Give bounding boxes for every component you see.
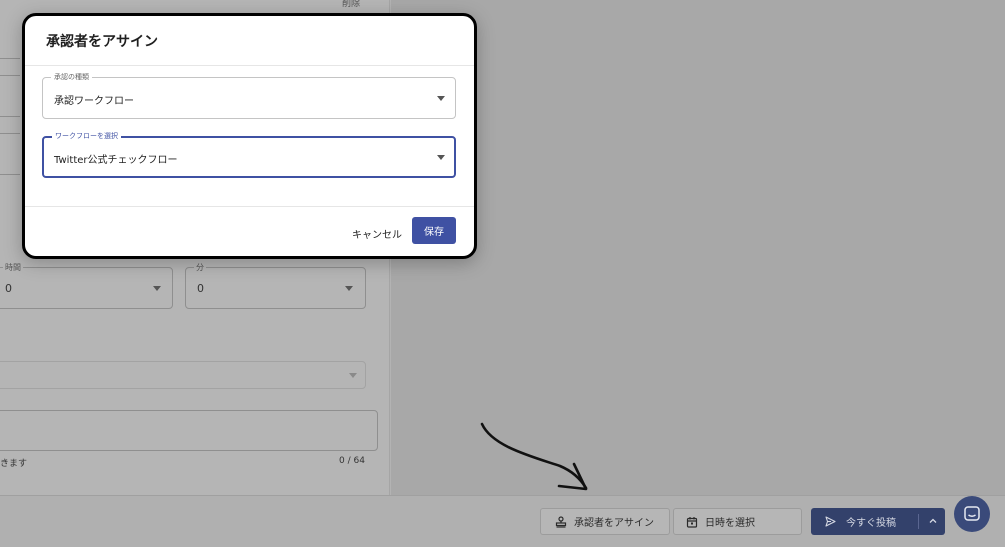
dropdown-caret-icon — [345, 286, 353, 291]
hour-select[interactable]: 時間 0 — [0, 262, 173, 309]
approval-type-value: 承認ワークフロー — [54, 96, 134, 107]
annotation-arrow-icon — [480, 422, 588, 491]
assign-approver-dialog: 承認者をアサイン 承認の種類 承認ワークフロー ワークフローを選択 Twitte… — [22, 13, 477, 259]
workflow-legend: ワークフローを選択 — [52, 131, 121, 141]
dropdown-caret-icon — [437, 155, 445, 160]
memo-textarea[interactable] — [0, 410, 378, 451]
disabled-select — [0, 361, 366, 389]
bg-field-edge — [0, 133, 20, 134]
minute-value: 0 — [197, 282, 204, 295]
chat-icon — [963, 505, 981, 523]
bg-field-edge — [0, 75, 20, 76]
minute-select[interactable]: 分 0 — [185, 262, 366, 309]
approval-type-legend: 承認の種類 — [51, 72, 92, 82]
assign-approver-button[interactable]: 承認者をアサイン — [540, 508, 670, 535]
bg-field-edge — [0, 174, 20, 175]
chat-support-button[interactable] — [954, 496, 990, 532]
char-counter: 0 / 64 — [339, 456, 365, 466]
chevron-up-icon[interactable] — [928, 516, 938, 526]
cancel-button[interactable]: キャンセル — [347, 220, 407, 246]
dropdown-caret-icon — [153, 286, 161, 291]
workflow-select[interactable]: ワークフローを選択 Twitter公式チェックフロー — [42, 131, 456, 178]
divider — [25, 65, 474, 66]
calendar-icon — [686, 516, 698, 528]
dropdown-caret-icon — [437, 96, 445, 101]
hour-legend: 時間 — [3, 262, 23, 273]
save-button[interactable]: 保存 — [412, 217, 456, 244]
dialog-title: 承認者をアサイン — [46, 34, 158, 50]
post-now-label: 今すぐ投稿 — [846, 518, 896, 529]
stamp-icon — [555, 515, 567, 528]
assign-approver-label: 承認者をアサイン — [574, 518, 654, 529]
workflow-value: Twitter公式チェックフロー — [54, 155, 178, 166]
button-divider — [918, 514, 919, 529]
minute-legend: 分 — [194, 262, 206, 273]
dropdown-caret-icon — [349, 373, 357, 378]
approval-type-select[interactable]: 承認の種類 承認ワークフロー — [42, 72, 456, 119]
post-now-button[interactable]: 今すぐ投稿 — [811, 508, 945, 535]
send-icon — [825, 516, 836, 527]
delete-label[interactable]: 削除 — [342, 0, 360, 9]
select-datetime-button[interactable]: 日時を選択 — [673, 508, 802, 535]
hour-value: 0 — [5, 282, 12, 295]
bg-field-edge — [0, 116, 20, 117]
bg-field-edge — [0, 58, 20, 59]
divider — [25, 206, 474, 207]
char-hint: きます — [0, 459, 28, 469]
select-datetime-label: 日時を選択 — [705, 518, 755, 529]
